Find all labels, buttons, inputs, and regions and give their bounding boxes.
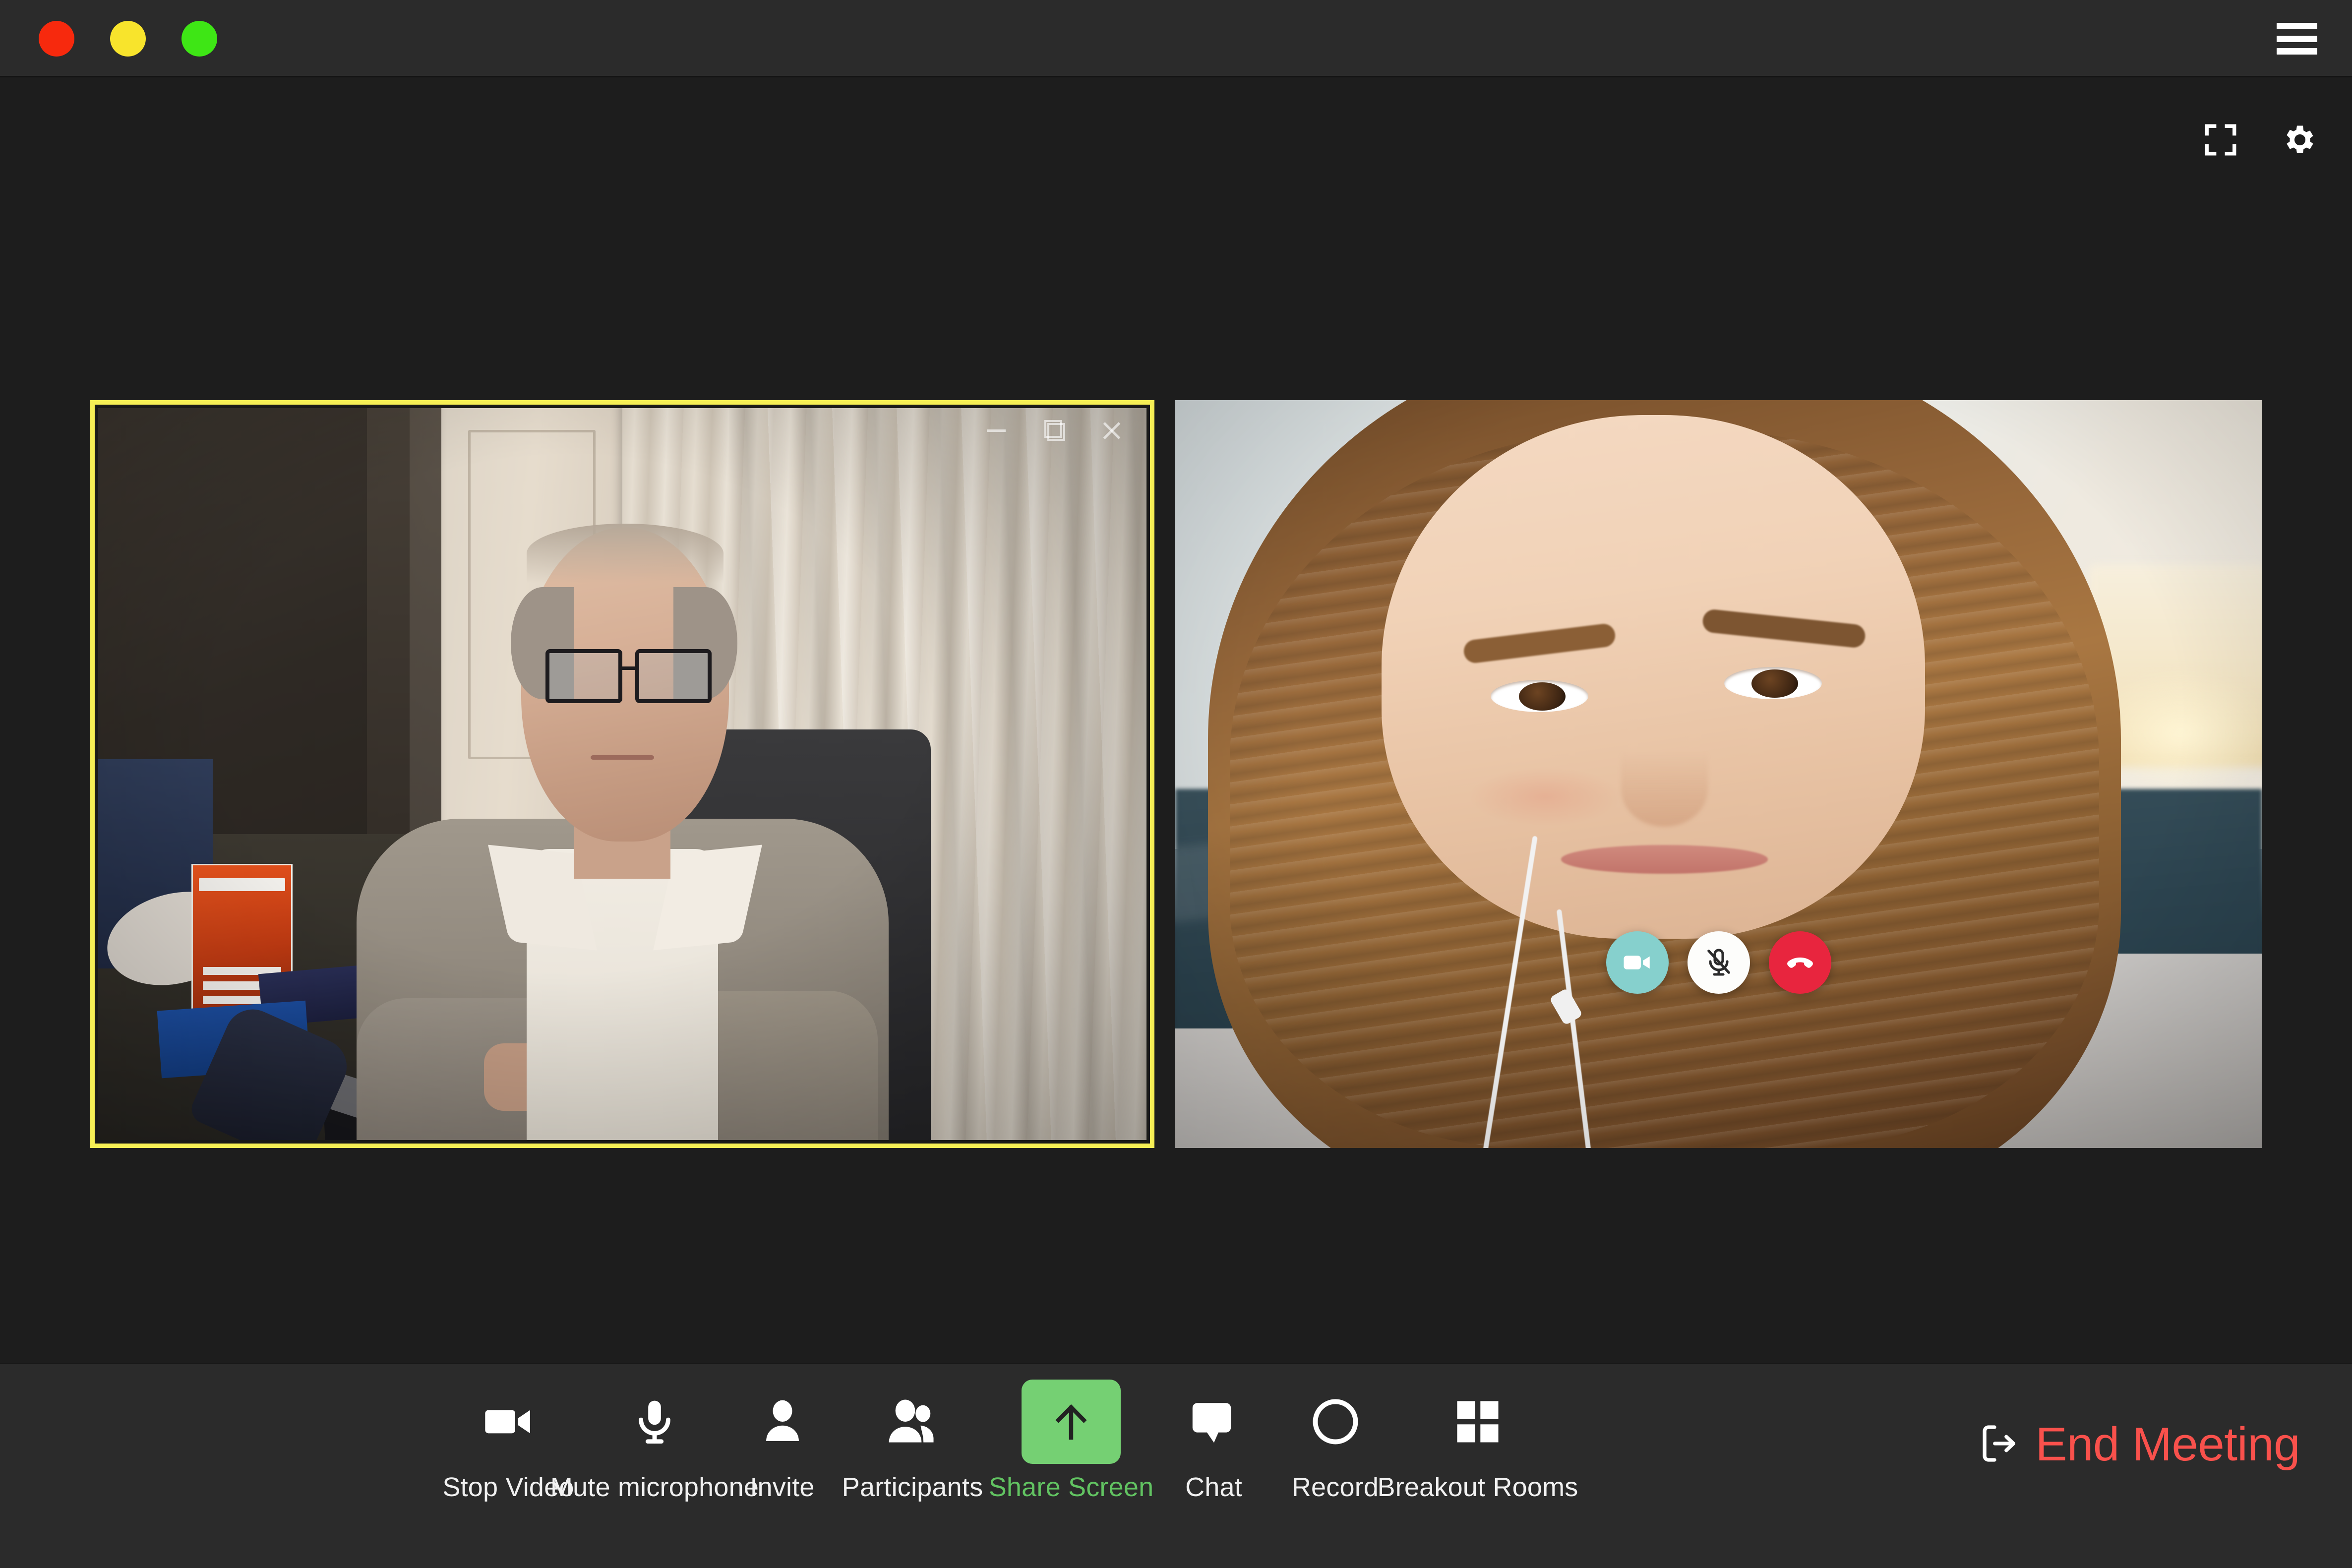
window-title-bar	[0, 0, 2352, 77]
microphone-muted-icon[interactable]	[1688, 931, 1750, 994]
video-tile-right[interactable]	[1175, 400, 2262, 1148]
toolbar-item-label: Mute microphone	[550, 1472, 759, 1502]
video-tile-grid	[90, 400, 2262, 1151]
minimize-icon[interactable]	[985, 418, 1008, 441]
video-tile-left[interactable]	[90, 400, 1154, 1148]
gear-icon[interactable]	[2279, 119, 2321, 161]
stage-controls	[2199, 119, 2321, 161]
toolbar-item-label: Participants	[842, 1472, 983, 1502]
people-group-icon	[884, 1385, 941, 1459]
chat-button[interactable]: Chat	[1153, 1385, 1274, 1503]
end-meeting-button[interactable]: End Meeting	[1977, 1417, 2300, 1472]
toolbar-item-label: Chat	[1185, 1472, 1242, 1502]
person-icon	[757, 1385, 808, 1459]
traffic-light-group	[39, 21, 217, 57]
video-stage	[0, 78, 2352, 1363]
meeting-toolbar: Stop Video Mute microphone Invite Partic…	[0, 1363, 2352, 1568]
hamburger-bar	[2277, 35, 2317, 42]
record-circle-icon	[1309, 1385, 1362, 1459]
toolbar-item-label: Share Screen	[988, 1472, 1154, 1502]
toolbar-item-label: Invite	[750, 1472, 815, 1502]
end-meeting-label: End Meeting	[2035, 1418, 2300, 1471]
video-feed-right	[1175, 400, 2262, 1148]
fullscreen-icon[interactable]	[2199, 119, 2242, 161]
speech-bubble-icon	[1187, 1385, 1241, 1459]
participants-button[interactable]: Participants	[836, 1385, 989, 1503]
toolbar-item-label: Breakout Rooms	[1377, 1472, 1578, 1502]
grid-four-icon	[1451, 1385, 1504, 1459]
exit-arrow-icon	[1977, 1421, 2022, 1469]
hamburger-bar	[2277, 23, 2317, 29]
mute-microphone-button[interactable]: Mute microphone	[550, 1385, 759, 1503]
close-window-button[interactable]	[39, 21, 74, 57]
toolbar-items: Stop Video Mute microphone Invite Partic…	[436, 1380, 1578, 1503]
close-icon[interactable]	[1100, 418, 1123, 441]
invite-button[interactable]: Invite	[729, 1385, 836, 1503]
toolbar-item-label: Record	[1291, 1472, 1379, 1502]
breakout-rooms-button[interactable]: Breakout Rooms	[1378, 1385, 1578, 1503]
hamburger-menu-icon[interactable]	[2277, 23, 2317, 55]
embedded-window-controls	[985, 418, 1123, 441]
minimize-window-button[interactable]	[110, 21, 146, 57]
camera-icon[interactable]	[1606, 931, 1669, 994]
call-overlay-controls	[1606, 931, 1831, 994]
microphone-icon	[628, 1385, 681, 1459]
share-screen-button[interactable]: Share Screen	[988, 1380, 1154, 1503]
video-camera-icon	[481, 1385, 536, 1459]
restore-icon[interactable]	[1042, 418, 1065, 441]
hang-up-icon[interactable]	[1769, 931, 1831, 994]
hamburger-bar	[2277, 48, 2317, 55]
maximize-window-button[interactable]	[181, 21, 217, 57]
video-feed-left	[90, 400, 1154, 1148]
share-screen-icon	[1022, 1380, 1121, 1464]
